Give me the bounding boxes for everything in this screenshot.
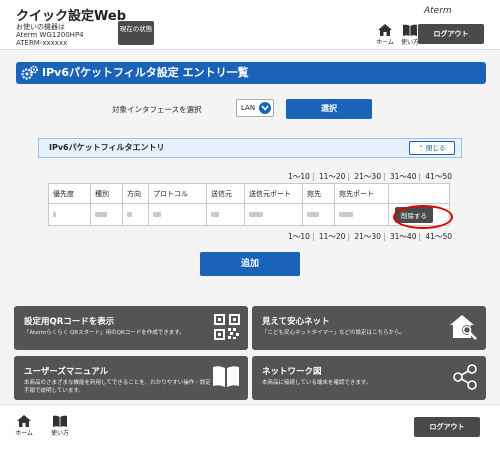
- home-button[interactable]: ホーム: [373, 24, 397, 46]
- table-cell: 削除する: [388, 203, 450, 226]
- column-header: 送信元: [206, 183, 245, 204]
- table-cell: [244, 203, 303, 226]
- column-header: 優先度: [48, 183, 91, 204]
- tile-title: ネットワーク図: [262, 367, 322, 377]
- table-header-row: 優先度 種別 方向 プロトコル 送信元 送信元ポート 宛先 宛先ポート: [48, 183, 450, 204]
- help-label: 使い方: [50, 430, 69, 437]
- pager-link[interactable]: 41～50: [425, 172, 452, 181]
- pager-bottom: 1～10 | 11～20 | 21～30 | 31～40 | 41～50: [288, 232, 452, 241]
- column-header: 送信元ポート: [244, 183, 303, 204]
- qr-code-tile[interactable]: 設定用QRコードを表示 「Atermらくらく QRスタート」用のQRコードを作成…: [14, 306, 248, 350]
- add-button[interactable]: 追加: [200, 252, 300, 276]
- table-cell: [148, 203, 207, 226]
- section-header: IPv6パケットフィルタエントリ ⌃ 閉じる: [38, 138, 462, 158]
- interface-label: 対象インタフェースを選択: [112, 105, 202, 114]
- pager-link[interactable]: 11～20: [319, 232, 346, 241]
- page-title: IPv6パケットフィルタ設定 エントリ一覧: [16, 62, 486, 84]
- pager-link[interactable]: 21～30: [354, 172, 381, 181]
- chevron-down-icon: [259, 102, 271, 114]
- tile-desc: 「Atermらくらく QRスタート」用のQRコードを作成できます。: [24, 330, 185, 336]
- table-cell: [334, 203, 389, 226]
- book-icon: [403, 24, 417, 36]
- gears-icon: [21, 65, 38, 80]
- footer: ホーム 使い方 ログアウト: [0, 404, 500, 450]
- home-search-icon: [450, 315, 477, 340]
- pager-link[interactable]: 1～10: [288, 172, 310, 181]
- app-title: クイック設定Web: [16, 9, 126, 24]
- column-header: 宛先ポート: [334, 183, 389, 204]
- entry-table: 優先度 種別 方向 プロトコル 送信元 送信元ポート 宛先 宛先ポート 削除する: [48, 183, 450, 226]
- device-label: お使いの機器は: [16, 23, 65, 31]
- pager-link[interactable]: 1～10: [288, 232, 310, 241]
- table-cell: [302, 203, 335, 226]
- table-cell: [206, 203, 245, 226]
- column-header: [388, 183, 450, 204]
- book-icon: [53, 415, 67, 427]
- tile-desc: 「こども安心ネットタイマー」などの設定はこちらから。: [262, 330, 406, 336]
- pager-link[interactable]: 21～30: [354, 232, 381, 241]
- table-row: 削除する: [48, 203, 450, 226]
- footer-home-button[interactable]: ホーム: [12, 415, 36, 437]
- interface-select[interactable]: LAN: [236, 99, 274, 117]
- footer-help-button[interactable]: 使い方: [48, 415, 72, 437]
- tile-title: 設定用QRコードを表示: [24, 317, 115, 327]
- pager-link[interactable]: 31～40: [390, 232, 417, 241]
- pager-top: 1～10 | 11～20 | 21～30 | 31～40 | 41～50: [288, 172, 452, 181]
- help-label: 使い方: [400, 39, 419, 46]
- interface-selected: LAN: [241, 104, 256, 112]
- device-id: ATERM-xxxxxx: [16, 39, 68, 47]
- delete-button[interactable]: 削除する: [395, 206, 433, 223]
- header: クイック設定Web お使いの機器は Aterm WG1200HP4 ATERM-…: [0, 0, 500, 50]
- collapse-label: 閉じる: [426, 144, 446, 152]
- book-icon: [213, 366, 239, 387]
- chevron-up-icon: ⌃: [418, 144, 424, 152]
- home-icon: [17, 415, 31, 427]
- logout-button[interactable]: ログアウト: [418, 24, 484, 44]
- home-label: ホーム: [15, 430, 33, 437]
- tile-title: ユーザーズマニュアル: [24, 367, 109, 377]
- home-label: ホーム: [376, 39, 394, 46]
- table-cell: [90, 203, 123, 226]
- footer-logout-button[interactable]: ログアウト: [414, 417, 480, 437]
- collapse-button[interactable]: ⌃ 閉じる: [409, 141, 455, 155]
- pager-link[interactable]: 41～50: [425, 232, 452, 241]
- page-title-text: IPv6パケットフィルタ設定 エントリ一覧: [42, 66, 249, 79]
- pager-link[interactable]: 11～20: [319, 172, 346, 181]
- pager-link[interactable]: 31～40: [390, 172, 417, 181]
- table-cell: [48, 203, 91, 226]
- select-button[interactable]: 選択: [286, 99, 372, 119]
- brand-logo: Aterm: [424, 6, 452, 16]
- tile-title: 見えて安心ネット: [262, 317, 330, 327]
- tile-desc: 本商品のさまざまな機能を利用してできることを、わかりやすい操作・設定手順で説明し…: [24, 380, 211, 394]
- safe-net-tile[interactable]: 見えて安心ネット 「こども安心ネットタイマー」などの設定はこちらから。: [252, 306, 486, 350]
- column-header: 方向: [122, 183, 149, 204]
- section-title: IPv6パケットフィルタエントリ: [49, 143, 165, 152]
- network-map-tile[interactable]: ネットワーク図 本商品に接続している端末を確認できます。: [252, 356, 486, 400]
- column-header: プロトコル: [148, 183, 207, 204]
- home-icon: [378, 24, 392, 36]
- network-icon: [453, 364, 477, 390]
- tile-desc: 本商品に接続している端末を確認できます。: [262, 380, 372, 386]
- table-cell: [122, 203, 149, 226]
- device-model: Aterm WG1200HP4: [16, 31, 84, 39]
- column-header: 宛先: [302, 183, 335, 204]
- status-button[interactable]: 現在の状態: [118, 21, 154, 45]
- column-header: 種別: [90, 183, 123, 204]
- manual-tile[interactable]: ユーザーズマニュアル 本商品のさまざまな機能を利用してできることを、わかりやすい…: [14, 356, 248, 400]
- device-info: お使いの機器は Aterm WG1200HP4 ATERM-xxxxxx: [16, 23, 84, 47]
- qr-code-icon: [214, 314, 240, 340]
